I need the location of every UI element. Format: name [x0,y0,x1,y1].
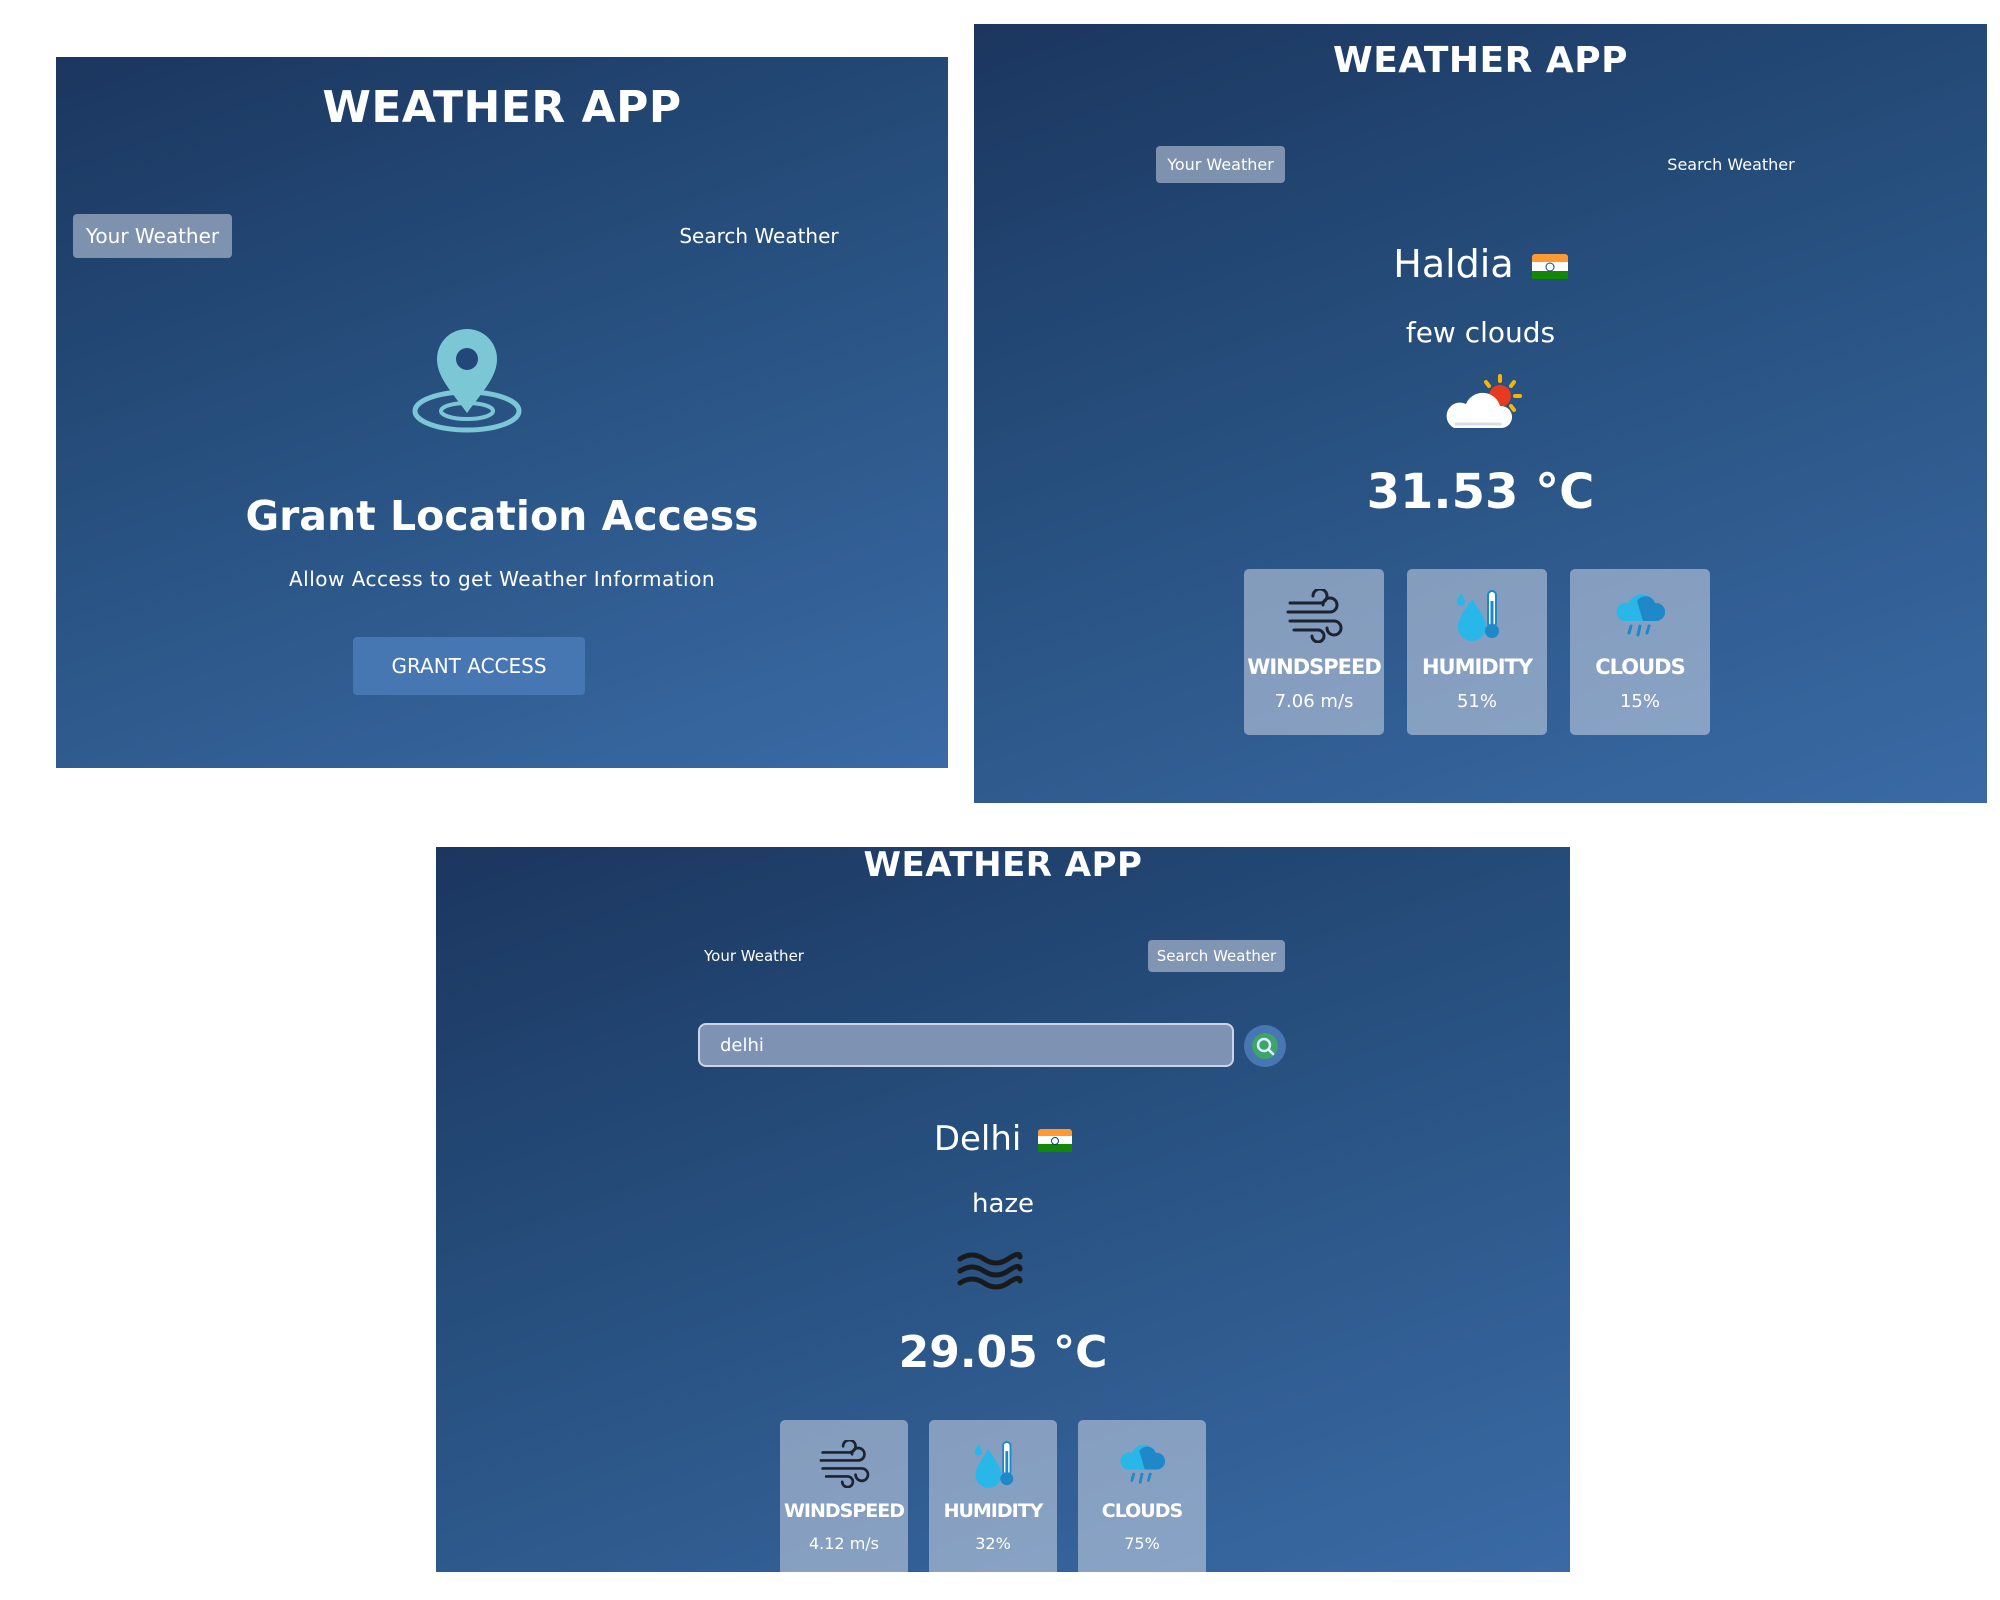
stat-label: WINDSPEED [783,1500,905,1522]
wind-icon [1284,587,1344,648]
city-name: Haldia [1393,242,1514,286]
search-button[interactable] [1244,1025,1286,1067]
tab-search-weather[interactable]: Search Weather [1656,146,1806,183]
india-flag-icon [1531,253,1568,280]
grant-heading: Grant Location Access [245,492,759,540]
app-title: WEATHER APP [322,82,682,133]
humidity-icon [970,1438,1016,1495]
stat-label: HUMIDITY [943,1500,1044,1522]
stat-label: CLOUDS [1101,1500,1183,1522]
rain-cloud-icon [1613,589,1667,644]
temperature: 31.53 °C [1366,464,1595,520]
stat-value: 75% [1124,1534,1160,1553]
weather-description: haze [971,1189,1035,1219]
stat-value: 51% [1456,691,1497,712]
city-name: Delhi [933,1119,1022,1159]
location-pin-icon [411,329,523,439]
temperature: 29.05 °C [898,1327,1108,1378]
stat-value: 15% [1619,691,1660,712]
app-title: WEATHER APP [1332,40,1629,81]
stat-label: CLOUDS [1595,655,1686,679]
partly-cloudy-icon [1442,374,1524,434]
stat-card-humidity: HUMIDITY 32% [929,1420,1057,1572]
search-icon [1252,1033,1278,1059]
india-flag-icon [1038,1128,1073,1153]
haze-icon [954,1247,1026,1295]
stat-value: 4.12 m/s [808,1534,880,1553]
rain-cloud-icon [1117,1440,1167,1491]
search-input[interactable] [698,1023,1234,1067]
city-row: Delhi [436,1119,1570,1159]
tab-your-weather[interactable]: Your Weather [694,940,814,972]
grant-access-button[interactable]: GRANT ACCESS [353,637,585,695]
humidity-icon [1452,587,1502,648]
search-weather-panel: WEATHER APP Your Weather Search Weather … [436,847,1570,1572]
tab-search-weather[interactable]: Search Weather [664,214,854,258]
weather-description: few clouds [1405,316,1556,349]
stat-card-windspeed: WINDSPEED 4.12 m/s [780,1420,908,1572]
stat-card-clouds: CLOUDS 15% [1570,569,1710,735]
stat-label: WINDSPEED [1247,655,1382,679]
stat-label: HUMIDITY [1421,655,1533,679]
tab-your-weather[interactable]: Your Weather [1156,146,1285,183]
stat-card-humidity: HUMIDITY 51% [1407,569,1547,735]
app-title: WEATHER APP [863,847,1143,885]
stat-card-windspeed: WINDSPEED 7.06 m/s [1244,569,1384,735]
grant-access-panel: WEATHER APP Your Weather Search Weather … [56,57,948,768]
grant-subtext: Allow Access to get Weather Information [288,567,716,591]
wind-icon [817,1438,871,1493]
city-row: Haldia [974,242,1987,286]
tab-search-weather[interactable]: Search Weather [1148,940,1285,972]
tab-your-weather[interactable]: Your Weather [73,214,232,258]
stat-value: 7.06 m/s [1274,691,1354,712]
stat-value: 32% [975,1534,1011,1553]
your-weather-panel: WEATHER APP Your Weather Search Weather … [974,24,1987,803]
stat-card-clouds: CLOUDS 75% [1078,1420,1206,1572]
